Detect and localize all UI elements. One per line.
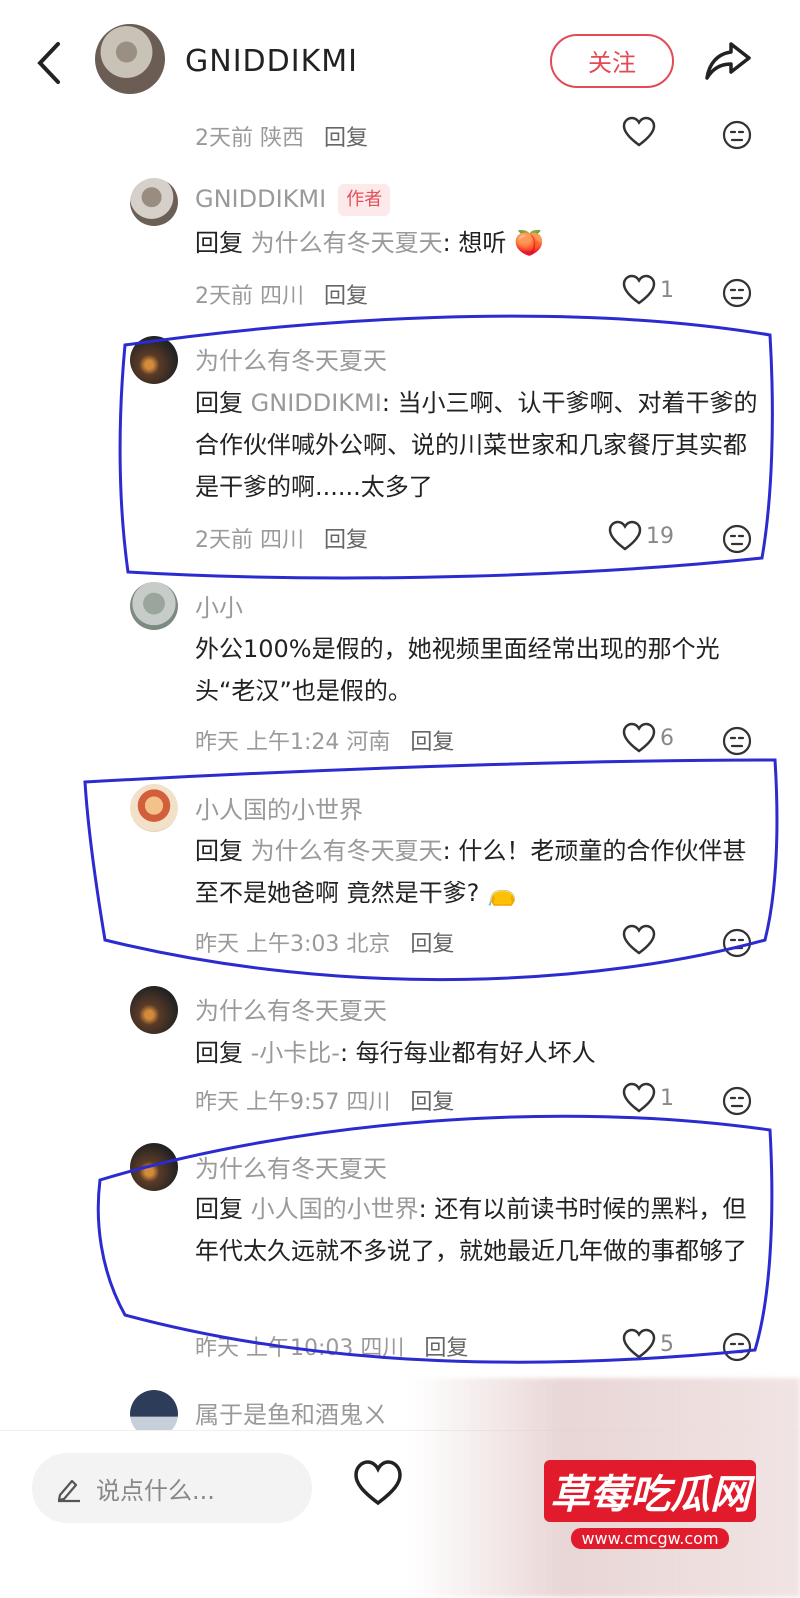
author-badge: 作者 bbox=[338, 184, 391, 216]
comment-text: 回复 为什么有冬天夏天: 什么！老顽童的合作伙伴甚至不是她爸啊 竟然是干爹? 👝 bbox=[195, 837, 747, 907]
avatar[interactable] bbox=[130, 582, 178, 630]
comment-author[interactable]: 为什么有冬天夏天 bbox=[195, 991, 387, 1026]
heart-outline-icon bbox=[622, 116, 656, 147]
comment-author[interactable]: 属于是鱼和酒鬼ㄨ bbox=[195, 1395, 387, 1430]
avatar[interactable] bbox=[130, 178, 178, 226]
comment-text: 回复 小人国的小世界: 还有以前读书时候的黑料，但年代太久远就不多说了，就她最近… bbox=[195, 1195, 747, 1265]
avatar[interactable] bbox=[130, 986, 178, 1034]
heart-outline-icon bbox=[622, 924, 656, 955]
reply-button[interactable]: 回复 bbox=[324, 126, 368, 151]
reply-button[interactable]: 回复 bbox=[424, 1336, 468, 1361]
reply-target[interactable]: GNIDDIKMI bbox=[251, 389, 382, 417]
avatar[interactable] bbox=[130, 784, 178, 832]
like-button[interactable]: 1 bbox=[622, 274, 674, 310]
reply-target[interactable]: 为什么有冬天夏天 bbox=[251, 837, 443, 865]
bag-emoji-icon: 👝 bbox=[479, 879, 517, 907]
comment-author[interactable]: 小人国的小世界 bbox=[195, 790, 363, 825]
avatar[interactable] bbox=[95, 24, 165, 94]
neutral-face-icon[interactable] bbox=[722, 524, 752, 554]
user-name[interactable]: GNIDDIKMI bbox=[185, 44, 358, 79]
comment-meta: 昨天 上午3:03 北京 回复 bbox=[195, 932, 455, 957]
comment-text: 回复 -小卡比-: 每行每业都有好人坏人 bbox=[195, 1039, 596, 1067]
like-button[interactable] bbox=[622, 924, 660, 960]
comment-text: 外公100%是假的，她视频里面经常出现的那个光头“老汉”也是假的。 bbox=[195, 635, 720, 705]
heart-outline-icon bbox=[622, 1328, 656, 1359]
comment-author[interactable]: 为什么有冬天夏天 bbox=[195, 1149, 387, 1184]
reply-button[interactable]: 回复 bbox=[410, 730, 454, 755]
back-button[interactable] bbox=[30, 38, 70, 88]
comment-author[interactable]: GNIDDIKMI 作者 bbox=[195, 184, 391, 216]
top-bar: GNIDDIKMI 关注 bbox=[0, 0, 800, 120]
chevron-left-icon bbox=[37, 42, 60, 84]
watermark: 草莓吃瓜网 www.cmcgw.com bbox=[540, 1460, 760, 1549]
pencil-icon bbox=[57, 1479, 80, 1503]
watermark-url: www.cmcgw.com bbox=[571, 1528, 729, 1549]
like-button[interactable]: 6 bbox=[622, 722, 674, 758]
neutral-face-icon[interactable] bbox=[722, 1086, 752, 1116]
reply-button[interactable]: 回复 bbox=[324, 284, 368, 309]
neutral-face-icon[interactable] bbox=[722, 278, 752, 308]
comment-meta: 2天前 陕西 回复 bbox=[195, 126, 369, 151]
neutral-face-icon[interactable] bbox=[722, 120, 752, 150]
share-arrow-icon bbox=[705, 42, 751, 80]
heart-outline-icon bbox=[608, 520, 642, 551]
input-placeholder: 说点什么... bbox=[96, 1477, 215, 1505]
neutral-face-icon[interactable] bbox=[722, 726, 752, 756]
heart-outline-icon[interactable] bbox=[352, 1457, 404, 1509]
like-button[interactable]: 5 bbox=[622, 1328, 674, 1364]
follow-button[interactable]: 关注 bbox=[550, 34, 674, 88]
heart-outline-icon bbox=[622, 274, 656, 305]
comment-meta: 2天前 四川 回复 bbox=[195, 528, 369, 553]
like-button[interactable]: 1 bbox=[622, 1082, 674, 1118]
comment-text: 回复 为什么有冬天夏天: 想听 🍑 bbox=[195, 229, 544, 257]
watermark-title: 草莓吃瓜网 bbox=[544, 1460, 756, 1522]
like-button[interactable]: 19 bbox=[608, 520, 674, 556]
comment-author[interactable]: 小小 bbox=[195, 588, 243, 623]
reply-target[interactable]: -小卡比- bbox=[251, 1039, 340, 1067]
heart-outline-icon bbox=[622, 722, 656, 753]
reply-button[interactable]: 回复 bbox=[324, 528, 368, 553]
share-button[interactable] bbox=[703, 38, 753, 82]
comment-input[interactable]: 说点什么... bbox=[32, 1453, 312, 1523]
avatar[interactable] bbox=[130, 336, 178, 384]
comment-meta: 2天前 四川 回复 bbox=[195, 284, 369, 309]
comment-meta: 昨天 上午1:24 河南 回复 bbox=[195, 730, 455, 755]
reply-button[interactable]: 回复 bbox=[410, 932, 454, 957]
like-button[interactable] bbox=[622, 116, 660, 152]
reply-button[interactable]: 回复 bbox=[410, 1090, 454, 1115]
comment-text: 回复 GNIDDIKMI: 当小三啊、认干爹啊、对着干爹的合作伙伴喊外公啊、说的… bbox=[195, 389, 758, 501]
neutral-face-icon[interactable] bbox=[722, 928, 752, 958]
reply-target[interactable]: 小人国的小世界 bbox=[251, 1195, 419, 1223]
comment-meta: 昨天 上午9:57 四川 回复 bbox=[195, 1090, 455, 1115]
peach-emoji-icon: 🍑 bbox=[506, 229, 544, 257]
comment-author[interactable]: 为什么有冬天夏天 bbox=[195, 341, 387, 376]
heart-outline-icon bbox=[622, 1082, 656, 1113]
avatar[interactable] bbox=[130, 1143, 178, 1191]
comment-meta: 昨天 上午10:03 四川 回复 bbox=[195, 1336, 469, 1361]
reply-target[interactable]: 为什么有冬天夏天 bbox=[251, 229, 443, 257]
neutral-face-icon[interactable] bbox=[722, 1332, 752, 1362]
